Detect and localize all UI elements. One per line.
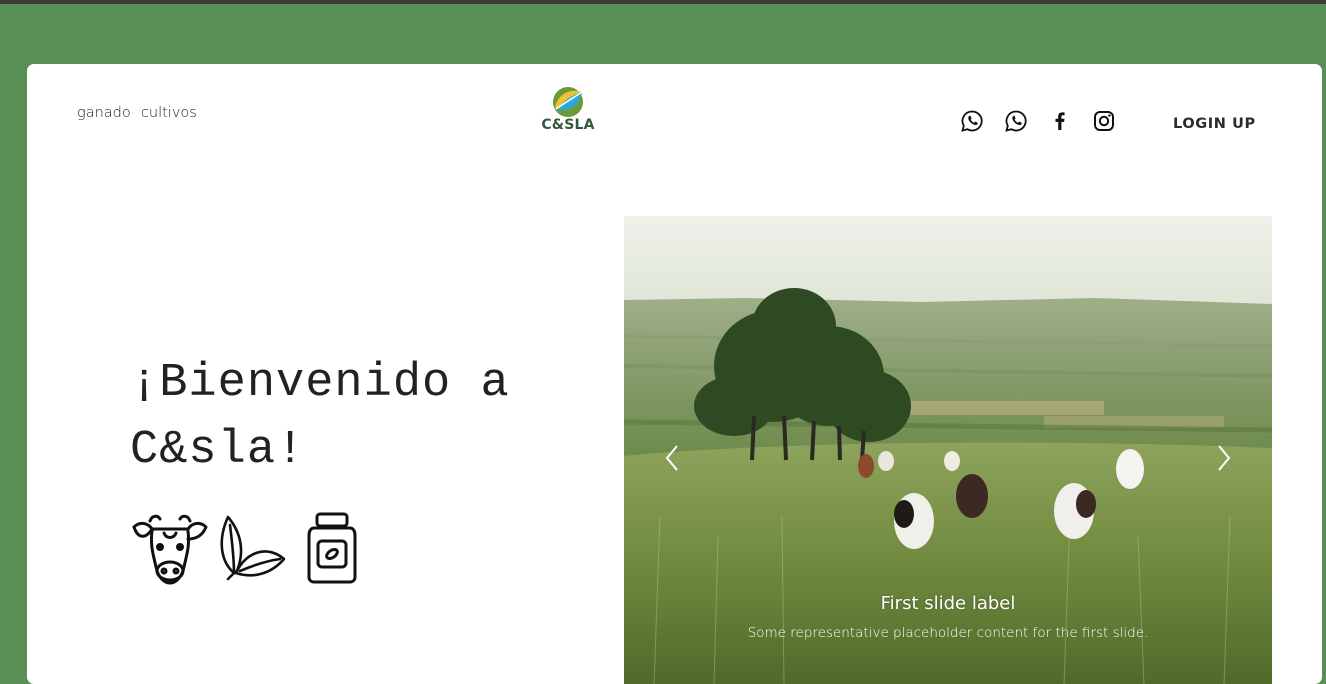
- browser-top-edge: [0, 0, 1326, 4]
- welcome-line-2: C&sla!: [130, 424, 306, 477]
- carousel-caption-title: First slide label: [880, 593, 1016, 614]
- chevron-right-icon: [1218, 445, 1231, 471]
- facebook-icon[interactable]: [1048, 109, 1072, 133]
- welcome-line-1: ¡Bienvenido a: [130, 357, 510, 410]
- image-carousel[interactable]: First slide label Some representative pl…: [624, 216, 1272, 684]
- welcome-heading: ¡Bienvenido a C&sla!: [130, 350, 610, 484]
- main-nav: ganado cultivos: [77, 104, 203, 121]
- whatsapp-icon[interactable]: [960, 109, 984, 133]
- carousel-next-button[interactable]: [1208, 438, 1238, 478]
- chevron-left-icon: [665, 445, 678, 471]
- carousel-caption-text: Some representative placeholder content …: [747, 625, 1149, 641]
- supplement-jar-icon: [307, 512, 357, 584]
- whatsapp-icon[interactable]: [1004, 109, 1028, 133]
- nav-link-ganado[interactable]: ganado: [77, 105, 131, 121]
- page-card: ganado cultivos C&SLA LOGIN UP ¡Bienveni…: [27, 64, 1322, 684]
- cow-icon: [132, 514, 208, 585]
- brand-logo[interactable]: C&SLA: [541, 86, 595, 138]
- logo-text: C&SLA: [541, 117, 595, 133]
- carousel-prev-button[interactable]: [658, 438, 688, 478]
- instagram-icon[interactable]: [1092, 109, 1116, 133]
- nav-link-cultivos[interactable]: cultivos: [141, 105, 197, 121]
- leaf-icon: [220, 515, 286, 581]
- leaf-logo-icon: [553, 87, 583, 117]
- login-button[interactable]: LOGIN UP: [1173, 116, 1256, 132]
